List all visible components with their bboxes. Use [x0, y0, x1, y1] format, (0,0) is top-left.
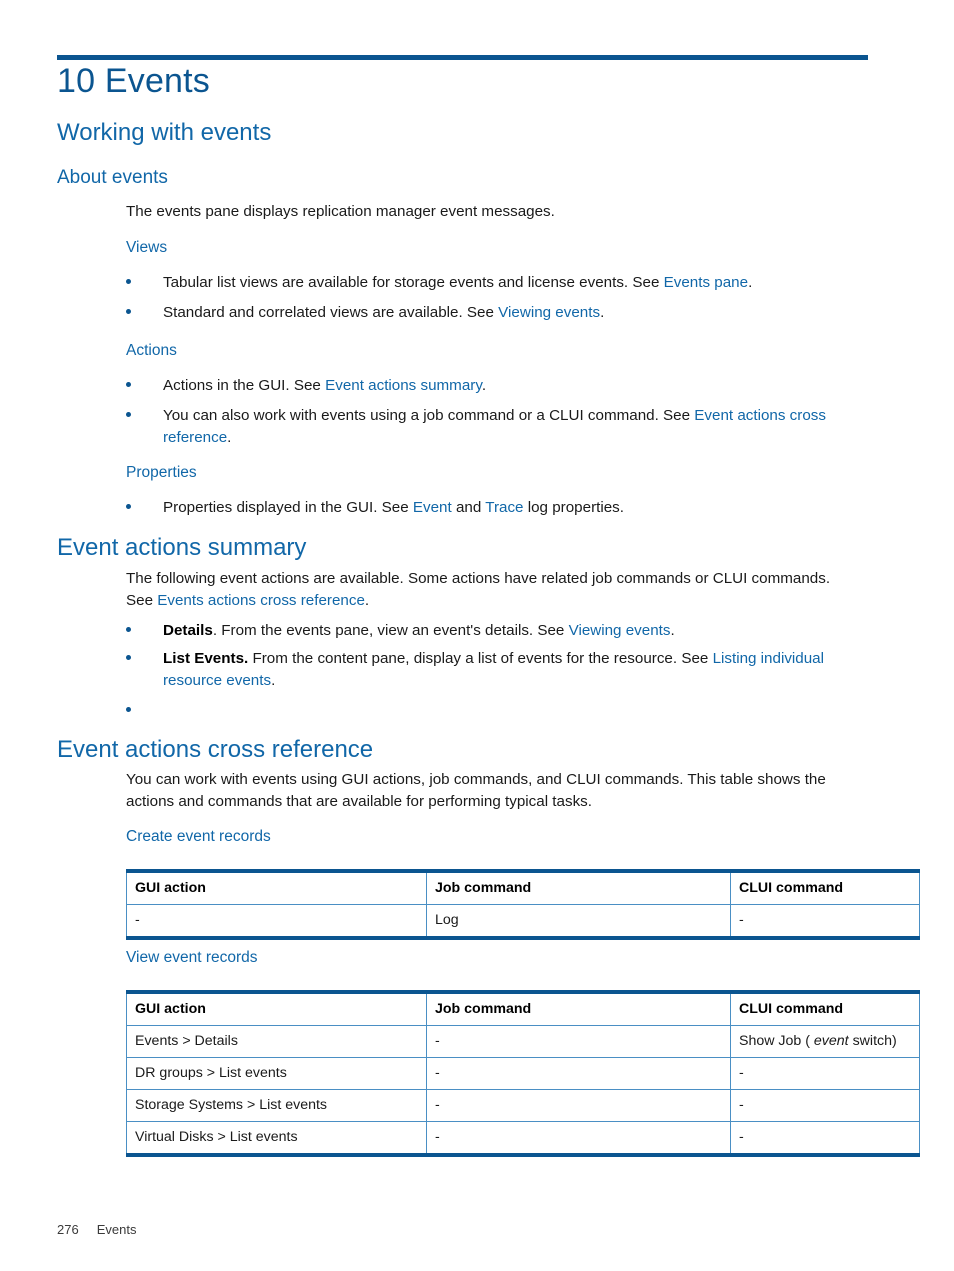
cell-job-command: Log: [426, 904, 731, 939]
column-header-clui-command: CLUI command: [730, 870, 920, 905]
cell-gui-action: Virtual Disks > List events: [126, 1121, 427, 1156]
paragraph-cross-reference-intro: You can work with events using GUI actio…: [126, 771, 826, 810]
xref-events-actions-cross-reference[interactable]: Events actions cross reference: [157, 592, 365, 609]
list-item: You can also work with events using a jo…: [126, 405, 866, 449]
heading-about-events: About events: [57, 167, 168, 188]
heading-views: Views: [126, 239, 168, 256]
list-item-term: Details: [163, 622, 213, 639]
chapter-title-text: 10 Events: [57, 62, 211, 100]
paragraph-event-actions-summary-intro: The following event actions are availabl…: [126, 568, 851, 612]
bullet-icon: [126, 627, 131, 632]
cell-gui-action: Events > Details: [126, 1025, 427, 1058]
text-between-links: and: [451, 499, 486, 516]
text-after-link: .: [670, 622, 675, 639]
table-row: Events > Details - Show Job ( event swit…: [126, 1025, 920, 1058]
heading-event-actions-summary: Event actions summary: [57, 534, 307, 561]
text-before-link: Actions in the GUI. See: [163, 377, 326, 394]
xref-viewing-events[interactable]: Viewing events: [498, 304, 600, 321]
list-item-text: Tabular list views are available for sto…: [163, 272, 866, 294]
text-before-link: Standard and correlated views are availa…: [163, 304, 499, 321]
cell-job-command: -: [426, 1025, 731, 1058]
bullet-icon: [126, 279, 131, 284]
cell-gui-action: -: [126, 904, 427, 939]
list-item-text: Properties displayed in the GUI. See Eve…: [163, 497, 866, 519]
text-before-link: From the content pane, display a list of…: [248, 650, 713, 667]
footer-chapter-name: Events: [96, 1222, 137, 1237]
list-item-term: List Events.: [163, 650, 249, 667]
list-item: Actions in the GUI. See Event actions su…: [126, 375, 866, 397]
clui-text-italic: event: [813, 1033, 849, 1049]
table-row: Virtual Disks > List events - -: [126, 1121, 920, 1156]
list-item: Standard and correlated views are availa…: [126, 302, 866, 324]
text-after-link: .: [748, 274, 753, 291]
column-header-job-command: Job command: [426, 991, 731, 1026]
text-after-link: .: [227, 429, 232, 446]
paragraph-about-events-intro: The events pane displays replication man…: [126, 203, 555, 220]
text-after-link: .: [481, 377, 487, 394]
list-item: List Events. From the content pane, disp…: [126, 648, 866, 692]
bullet-icon: [126, 504, 131, 509]
bullet-icon: [126, 412, 131, 417]
column-header-gui-action: GUI action: [126, 870, 427, 905]
text-before-link: Tabular list views are available for sto…: [163, 274, 664, 291]
chapter-title: 10 Events: [57, 62, 210, 101]
table-row: Storage Systems > List events - -: [126, 1089, 920, 1122]
text-before-link: . From the events pane, view an event's …: [212, 622, 569, 639]
clui-text-pre: Show Job (: [739, 1033, 814, 1049]
bullet-icon: [126, 309, 131, 314]
cell-clui-command: -: [730, 1089, 920, 1122]
text-after-link: .: [364, 592, 370, 609]
list-item: Properties displayed in the GUI. See Eve…: [126, 497, 866, 519]
bullet-icon: [126, 655, 131, 660]
heading-view-event-records: View event records: [126, 949, 258, 966]
list-item-text: List Events. From the content pane, disp…: [163, 648, 866, 692]
xref-event[interactable]: Event: [413, 499, 452, 516]
table-create-event-records: GUI action Job command CLUI command - Lo…: [126, 869, 920, 940]
column-header-job-command: Job command: [426, 870, 731, 905]
table-row: - Log -: [126, 904, 920, 939]
xref-events-pane[interactable]: Events pane: [664, 274, 748, 291]
text-before-link: You can also work with events using a jo…: [163, 407, 695, 424]
xref-trace[interactable]: Trace: [485, 499, 523, 516]
list-item-text: Actions in the GUI. See Event actions su…: [163, 375, 866, 397]
list-item-text: Details. From the events pane, view an e…: [163, 620, 866, 642]
table-header-row: GUI action Job command CLUI command: [126, 991, 920, 1026]
heading-actions: Actions: [126, 342, 177, 359]
bullet-icon: [126, 382, 131, 387]
cell-gui-action: Storage Systems > List events: [126, 1089, 427, 1122]
cell-gui-action: DR groups > List events: [126, 1057, 427, 1090]
cell-clui-command: -: [730, 1057, 920, 1090]
column-header-clui-command: CLUI command: [730, 991, 920, 1026]
xref-viewing-events[interactable]: Viewing events: [569, 622, 671, 639]
list-item: Tabular list views are available for sto…: [126, 272, 866, 294]
text-before-link: Properties displayed in the GUI. See: [163, 499, 413, 516]
list-item-text: Standard and correlated views are availa…: [163, 302, 866, 324]
heading-create-event-records: Create event records: [126, 828, 271, 845]
heading-working-with-events: Working with events: [57, 119, 272, 146]
page-footer: 276 Events: [57, 1222, 136, 1237]
column-header-gui-action: GUI action: [126, 991, 427, 1026]
text-after-link: .: [600, 304, 605, 321]
heading-properties: Properties: [126, 464, 197, 481]
table-header-row: GUI action Job command CLUI command: [126, 870, 920, 905]
cell-clui-command: Show Job ( event switch): [730, 1025, 920, 1058]
clui-text-post: switch): [848, 1033, 897, 1049]
cell-job-command: -: [426, 1089, 731, 1122]
footer-page-number: 276: [57, 1222, 79, 1237]
cell-job-command: -: [426, 1057, 731, 1090]
xref-event-actions-summary[interactable]: Event actions summary: [325, 377, 482, 394]
cell-clui-command: -: [730, 1121, 920, 1156]
cell-clui-command: -: [730, 904, 920, 939]
chapter-rule: [57, 55, 868, 60]
list-item-text: You can also work with events using a jo…: [163, 405, 866, 449]
table-row: DR groups > List events - -: [126, 1057, 920, 1090]
bullet-icon: [126, 707, 131, 712]
list-item: Details. From the events pane, view an e…: [126, 620, 866, 642]
text-after-link: .: [271, 672, 276, 689]
cell-job-command: -: [426, 1121, 731, 1156]
table-view-event-records: GUI action Job command CLUI command Even…: [126, 990, 920, 1157]
document-page: 10 Events Working with events About even…: [0, 0, 954, 1271]
heading-event-actions-cross-reference: Event actions cross reference: [57, 736, 374, 763]
text-after-link: log properties.: [523, 499, 624, 516]
